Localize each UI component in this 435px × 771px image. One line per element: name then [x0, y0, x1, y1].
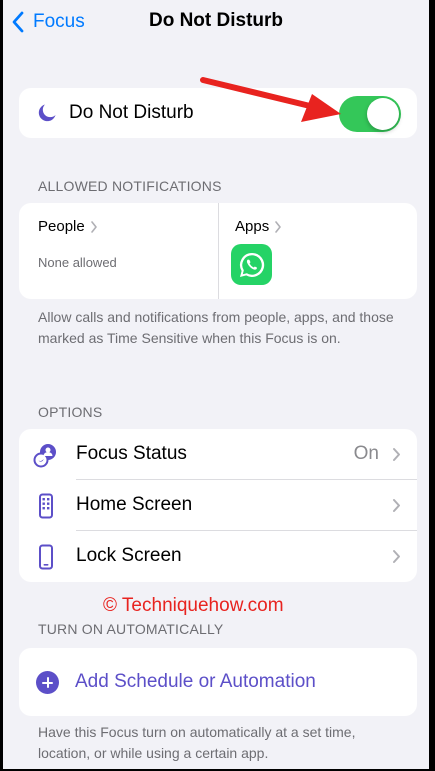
options-card: Focus Status On Home Screen Lock Screen	[19, 429, 417, 582]
automation-footer: Have this Focus turn on automatically at…	[38, 724, 356, 761]
lock-screen-icon	[39, 544, 53, 570]
dnd-toggle[interactable]	[339, 96, 401, 132]
settings-screen: Focus Do Not Disturb Do Not Disturb ALLO…	[3, 0, 429, 769]
add-schedule-button[interactable]: Add Schedule or Automation	[75, 671, 316, 693]
option-value: On	[353, 443, 379, 464]
apps-button[interactable]: Apps	[235, 218, 282, 235]
option-lock-screen[interactable]: Lock Screen	[19, 531, 417, 582]
annotation-arrow	[200, 77, 341, 122]
schedule-card[interactable]: Add Schedule or Automation	[19, 648, 417, 716]
moon-icon	[38, 104, 56, 122]
allowed-divider	[218, 203, 219, 299]
option-label: Lock Screen	[76, 545, 182, 566]
toggle-knob	[367, 98, 399, 130]
allowed-notifications-card: People None allowed Apps	[19, 203, 417, 299]
chevron-right-icon	[90, 220, 97, 233]
whatsapp-glyph-icon	[239, 252, 264, 277]
dnd-label: Do Not Disturb	[69, 102, 194, 123]
add-circle-icon	[36, 671, 59, 694]
people-label: People	[38, 218, 85, 235]
options-header: OPTIONS	[38, 404, 103, 420]
chevron-right-icon	[275, 220, 282, 233]
option-label: Home Screen	[76, 494, 193, 515]
focus-status-icon	[33, 444, 56, 468]
home-screen-icon	[39, 493, 53, 519]
option-focus-status[interactable]: Focus Status On	[19, 429, 417, 480]
watermark: © Techniquehow.com	[103, 595, 284, 616]
chevron-right-icon	[393, 499, 400, 512]
apps-label: Apps	[235, 218, 270, 235]
turn-on-automatically-header: TURN ON AUTOMATICALLY	[38, 621, 224, 637]
allowed-notifications-header: ALLOWED NOTIFICATIONS	[38, 178, 222, 194]
page-title: Do Not Disturb	[148, 10, 284, 31]
people-value: None allowed	[38, 255, 117, 270]
chevron-right-icon	[393, 448, 400, 461]
allowed-footer: Allow calls and notifications from peopl…	[38, 309, 394, 346]
option-label: Focus Status	[76, 443, 187, 464]
whatsapp-icon[interactable]	[231, 244, 272, 285]
chevron-right-icon	[393, 550, 400, 563]
people-button[interactable]: People	[38, 218, 98, 235]
option-home-screen[interactable]: Home Screen	[19, 480, 417, 531]
